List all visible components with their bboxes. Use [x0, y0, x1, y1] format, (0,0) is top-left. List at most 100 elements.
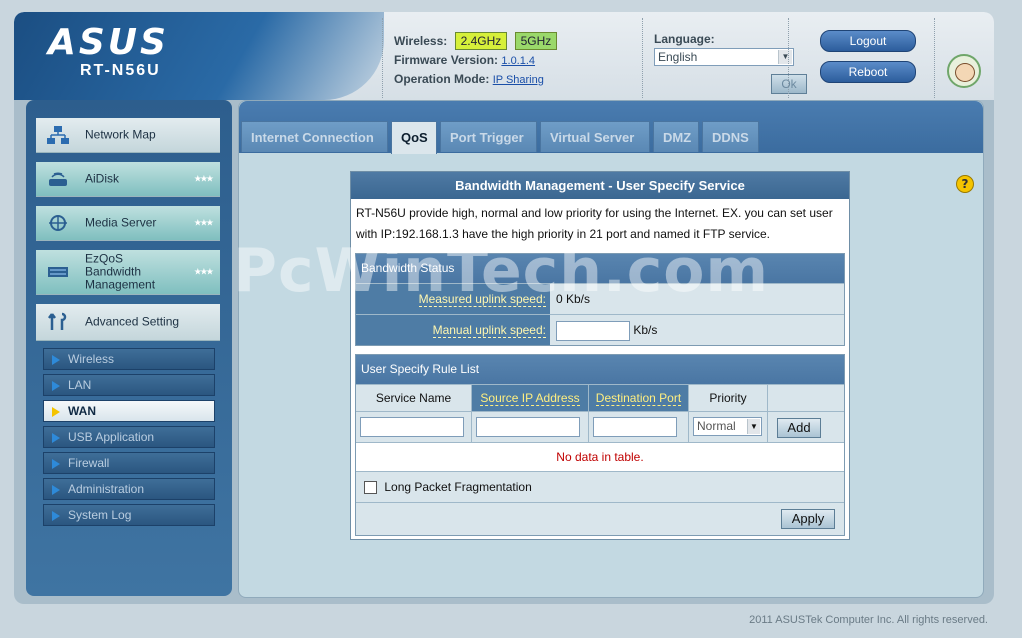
rule-list-header: User Specify Rule List — [356, 355, 844, 384]
subitem-label: Wireless — [68, 352, 115, 366]
arrow-right-icon — [52, 355, 60, 365]
manual-uplink-input[interactable] — [556, 320, 630, 341]
subitem-label: System Log — [68, 508, 132, 522]
header-divider — [382, 18, 383, 98]
source-ip-cell — [472, 412, 589, 442]
priority-cell: Normal ▼ — [689, 412, 768, 442]
col-destination-port: Destination Port — [589, 385, 689, 411]
subitem-label: USB Application — [68, 430, 155, 444]
tab-internet-connection[interactable]: Internet Connection — [241, 121, 388, 152]
opmode-link[interactable]: IP Sharing — [493, 74, 544, 86]
arrow-right-icon — [52, 407, 60, 417]
arrow-right-icon — [52, 485, 60, 495]
tab-bar: Internet Connection QoS Port Trigger Vir… — [239, 101, 983, 154]
language-value: English — [658, 50, 698, 64]
col-priority: Priority — [689, 385, 768, 411]
sidebar-item-media-server[interactable]: Media Server ★★★ — [36, 206, 220, 241]
ezqos-icon — [48, 267, 68, 277]
tab-ddns[interactable]: DDNS — [702, 121, 759, 152]
firmware-row: Firmware Version: 1.0.1.4 — [394, 51, 557, 70]
header: ASUS RT-N56U Wireless: 2.4GHz 5GHz Firmw… — [14, 12, 994, 100]
measured-uplink-label: Measured uplink speed: — [356, 284, 550, 314]
logout-button[interactable]: Logout — [820, 30, 916, 52]
sidebar-item-label: Media Server — [85, 215, 157, 230]
sidebar-item-label: Network Map — [85, 127, 156, 142]
bandwidth-panel: Bandwidth Management - User Specify Serv… — [350, 171, 850, 540]
header-divider — [642, 18, 643, 98]
fragmentation-row: Long Packet Fragmentation — [356, 471, 844, 502]
wireless-row: Wireless: 2.4GHz 5GHz — [394, 32, 558, 51]
sidebar-subitem-administration[interactable]: Administration — [43, 478, 215, 500]
header-divider — [788, 18, 789, 98]
manual-uplink-label-text: Manual uplink speed: — [432, 323, 546, 338]
asus-logo: ASUS — [48, 22, 169, 63]
logo-area: ASUS RT-N56U — [14, 12, 384, 100]
sidebar-item-advanced-setting[interactable]: Advanced Setting — [36, 304, 220, 341]
firmware-link[interactable]: 1.0.1.4 — [501, 55, 535, 67]
status-info: Wireless: 2.4GHz 5GHz Firmware Version: … — [394, 32, 558, 89]
sidebar-subitem-system-log[interactable]: System Log — [43, 504, 215, 526]
rule-list-box: User Specify Rule List Service Name Sour… — [355, 354, 845, 536]
destination-port-cell — [589, 412, 689, 442]
tab-port-trigger[interactable]: Port Trigger — [440, 121, 537, 152]
subitem-label: Firewall — [68, 456, 110, 470]
source-ip-input[interactable] — [476, 417, 580, 437]
stars-icon: ★★★ — [193, 173, 214, 184]
aidisk-icon — [49, 172, 67, 186]
tab-dmz[interactable]: DMZ — [653, 121, 699, 152]
footer-copyright: 2011 ASUSTek Computer Inc. All rights re… — [749, 614, 988, 626]
service-name-input[interactable] — [360, 417, 464, 437]
service-name-cell — [356, 412, 472, 442]
empty-table-message: No data in table. — [356, 442, 844, 471]
main-content: Internet Connection QoS Port Trigger Vir… — [238, 100, 984, 598]
tools-icon — [48, 312, 67, 330]
manual-uplink-row: Manual uplink speed: Kb/s — [356, 314, 844, 345]
measured-uplink-value: 0 Kb/s — [556, 292, 591, 306]
media-server-icon — [49, 215, 67, 231]
reboot-button[interactable]: Reboot — [820, 61, 916, 83]
sidebar-subitem-wireless[interactable]: Wireless — [43, 348, 215, 370]
tab-qos[interactable]: QoS — [391, 121, 437, 154]
sidebar-item-label: Advanced Setting — [85, 314, 180, 329]
chevron-down-icon: ▼ — [747, 419, 760, 434]
apply-button[interactable]: Apply — [781, 509, 835, 529]
sidebar: Network Map AiDisk ★★★ Media Server ★★★ … — [26, 100, 232, 596]
mascot-icon — [947, 54, 981, 88]
subitem-label: Administration — [68, 482, 145, 496]
subitem-label: LAN — [68, 378, 92, 392]
panel-title: Bandwidth Management - User Specify Serv… — [351, 172, 849, 199]
destination-port-input[interactable] — [593, 417, 677, 437]
sidebar-subitem-lan[interactable]: LAN — [43, 374, 215, 396]
subitem-label: WAN — [68, 404, 96, 418]
band-24ghz-badge[interactable]: 2.4GHz — [454, 32, 508, 50]
sidebar-subitem-wan[interactable]: WAN — [43, 400, 215, 422]
chevron-down-icon: ▼ — [778, 50, 792, 64]
model-name: RT-N56U — [80, 62, 161, 79]
tab-virtual-server[interactable]: Virtual Server — [540, 121, 650, 152]
sidebar-item-network-map[interactable]: Network Map — [36, 118, 220, 153]
sidebar-item-aidisk[interactable]: AiDisk ★★★ — [36, 162, 220, 197]
sidebar-subitem-usb-application[interactable]: USB Application — [43, 426, 215, 448]
sidebar-subitem-firewall[interactable]: Firewall — [43, 452, 215, 474]
sidebar-item-label: AiDisk — [85, 171, 120, 186]
language-ok-button[interactable]: Ok — [771, 74, 807, 94]
priority-select[interactable]: Normal ▼ — [693, 417, 762, 436]
manual-uplink-label: Manual uplink speed: — [356, 315, 550, 345]
col-service-name: Service Name — [356, 385, 472, 411]
rule-table-header: Service Name Source IP Address Destinati… — [356, 384, 844, 411]
header-divider — [934, 18, 935, 98]
band-5ghz-badge[interactable]: 5GHz — [514, 32, 558, 50]
measured-uplink-row: Measured uplink speed: 0 Kb/s — [356, 283, 844, 314]
measured-uplink-label-text: Measured uplink speed: — [418, 292, 546, 307]
firmware-label: Firmware Version: — [394, 53, 499, 67]
arrow-right-icon — [52, 511, 60, 521]
bandwidth-status-header: Bandwidth Status — [356, 254, 844, 283]
language-select[interactable]: English ▼ — [654, 48, 794, 66]
arrow-right-icon — [52, 433, 60, 443]
add-rule-button[interactable]: Add — [777, 418, 821, 438]
network-map-icon — [47, 126, 69, 144]
fragmentation-checkbox[interactable] — [364, 481, 377, 495]
help-icon[interactable]: ? — [956, 175, 974, 193]
opmode-row: Operation Mode: IP Sharing — [394, 70, 557, 89]
sidebar-item-ezqos[interactable]: EzQoS Bandwidth Management ★★★ — [36, 250, 220, 295]
